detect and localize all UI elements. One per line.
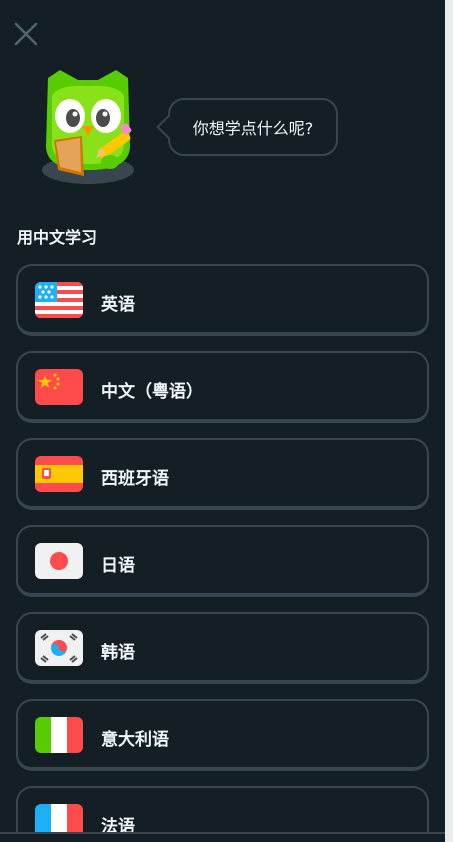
language-label: 中文（粤语） xyxy=(101,382,203,402)
bottom-divider xyxy=(0,832,445,842)
language-option-japanese[interactable]: 日语 xyxy=(16,525,429,597)
spain-flag-icon xyxy=(35,456,83,492)
screen-edge xyxy=(445,0,453,842)
speech-bubble-tail xyxy=(156,114,182,140)
language-label: 英语 xyxy=(101,295,135,315)
us-flag-icon xyxy=(35,282,83,318)
italy-flag-icon xyxy=(35,717,83,753)
language-label: 意大利语 xyxy=(101,730,169,750)
language-option-english[interactable]: 英语 xyxy=(16,264,429,336)
language-option-cantonese[interactable]: 中文（粤语） xyxy=(16,351,429,423)
china-flag-icon xyxy=(35,369,83,405)
language-option-italian[interactable]: 意大利语 xyxy=(16,699,429,771)
language-picker-screen: 你想学点什么呢? 用中文学习 英语 中文（粤语） 西班牙语 日语 韩语 意大利语… xyxy=(0,0,453,842)
language-label: 西班牙语 xyxy=(101,469,169,489)
owl-mascot-icon xyxy=(38,66,138,188)
speech-bubble: 你想学点什么呢? xyxy=(156,98,338,156)
language-label: 日语 xyxy=(101,556,135,576)
close-button[interactable] xyxy=(12,20,40,48)
speech-text: 你想学点什么呢? xyxy=(192,119,314,138)
language-option-korean[interactable]: 韩语 xyxy=(16,612,429,684)
language-label: 韩语 xyxy=(101,643,135,663)
korea-flag-icon xyxy=(35,630,83,666)
language-option-spanish[interactable]: 西班牙语 xyxy=(16,438,429,510)
language-list: 英语 中文（粤语） 西班牙语 日语 韩语 意大利语 法语 xyxy=(16,264,429,842)
section-title: 用中文学习 xyxy=(17,228,98,247)
close-icon xyxy=(14,22,38,46)
japan-flag-icon xyxy=(35,543,83,579)
